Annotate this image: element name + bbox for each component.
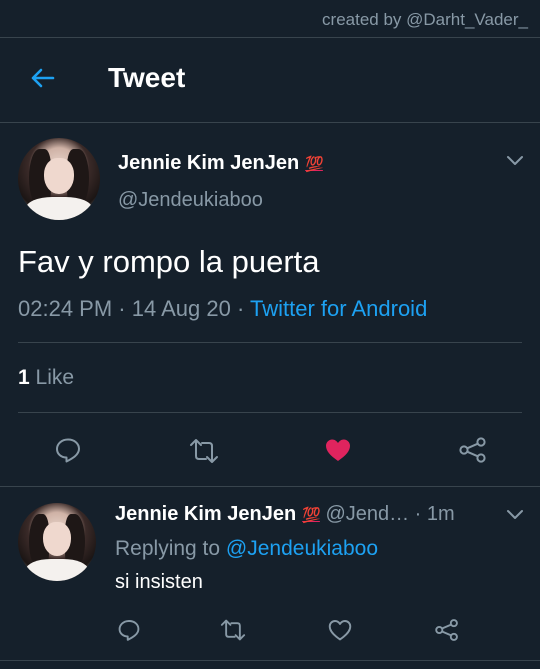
watermark-bar: created by @Darht_Vader_ <box>0 0 540 38</box>
top-app-bar: Tweet <box>0 38 540 123</box>
watermark: created by @Darht_Vader_ <box>322 10 528 29</box>
reply-icon[interactable] <box>117 618 141 642</box>
tweet-date: 14 Aug 20 <box>131 296 231 321</box>
author-name-text: Jennie Kim JenJen <box>118 152 300 174</box>
reply-dot-separator: · <box>409 503 427 525</box>
meta-separator: · <box>230 296 250 321</box>
reply-header: Jennie Kim JenJen 💯 @Jend… · 1m <box>115 503 455 526</box>
reply-time: 1m <box>426 503 455 525</box>
divider <box>18 342 522 343</box>
share-icon[interactable] <box>458 436 488 464</box>
heart-icon[interactable] <box>324 436 352 464</box>
replying-prefix: Replying to <box>115 537 226 560</box>
page-title: Tweet <box>108 62 186 93</box>
likes-number: 1 <box>18 366 30 389</box>
author-avatar[interactable] <box>18 138 100 220</box>
author-name[interactable]: Jennie Kim JenJen 💯 <box>118 152 324 175</box>
reply-icon[interactable] <box>54 436 82 464</box>
reply-author-avatar[interactable] <box>18 503 96 581</box>
back-arrow-icon[interactable] <box>28 64 56 92</box>
heart-outline-icon[interactable] <box>328 618 352 642</box>
chevron-down-icon[interactable] <box>506 155 524 167</box>
reply-author-handle[interactable]: @Jend… <box>325 503 409 525</box>
hundred-points-emoji: 💯 <box>302 507 321 524</box>
section-separator <box>0 486 540 487</box>
tweet-source-link[interactable]: Twitter for Android <box>250 296 427 321</box>
likes-count[interactable]: 1 Like <box>18 366 74 390</box>
tweet-time: 02:24 PM <box>18 296 113 321</box>
meta-separator: · <box>112 296 132 321</box>
tweet-text: Fav y rompo la puerta <box>18 244 320 279</box>
replying-to-link[interactable]: @Jendeukiaboo <box>226 537 378 560</box>
replying-to: Replying to @Jendeukiaboo <box>115 537 378 561</box>
bottom-separator <box>0 660 540 661</box>
chevron-down-icon[interactable] <box>506 509 524 521</box>
reply-text: si insisten <box>115 571 203 593</box>
hundred-points-emoji: 💯 <box>305 156 324 173</box>
likes-label: Like <box>35 366 75 389</box>
author-handle[interactable]: @Jendeukiaboo <box>118 189 263 212</box>
retweet-icon[interactable] <box>219 618 247 642</box>
retweet-icon[interactable] <box>188 437 220 465</box>
reply-author-name[interactable]: Jennie Kim JenJen <box>115 503 296 525</box>
share-icon[interactable] <box>434 618 460 642</box>
tweet-meta: 02:24 PM · 14 Aug 20 · Twitter for Andro… <box>18 296 427 322</box>
divider <box>18 412 522 413</box>
